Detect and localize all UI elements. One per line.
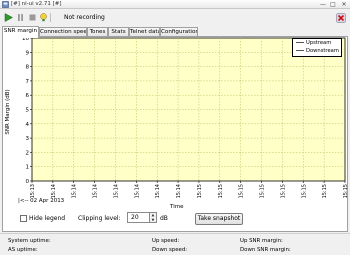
as-uptime-label: AS uptime: [8,247,38,253]
hide-legend-checkbox[interactable] [20,215,27,222]
pause-icon[interactable] [15,12,26,23]
clipping-level-label: Clipping level: [78,215,121,222]
down-snr-margin-label: Down SNR margin: [240,247,291,253]
title-bar: [#] ni-ui v2.71 [#] — □ ✕ [0,0,350,9]
toolbar-separator [50,13,51,22]
bulb-icon[interactable] [38,12,49,23]
legend-swatch [296,42,304,43]
hide-legend-label: Hide legend [29,215,66,222]
x-axis-label: Time [170,204,184,210]
y-axis-label: SNR Margin (dB) [5,89,11,135]
legend-label: Upstream [306,40,332,46]
chart-legend: Upstream Downstream [292,38,342,57]
disconnect-icon[interactable] [336,13,346,23]
system-uptime-label: System uptime: [8,238,51,244]
clipping-level-spinner[interactable]: ▲ ▼ [150,212,157,223]
legend-item-upstream: Upstream [296,40,331,47]
spin-down-icon[interactable]: ▼ [150,218,156,223]
legend-item-downstream: Downstream [296,48,339,55]
toolbar: Not recording [0,10,350,25]
date-label: |<-- 02 Apr 2013 [18,198,65,204]
status-bar: System uptime: AS uptime: Up speed: Down… [0,233,350,255]
minimize-button[interactable]: — [318,0,328,9]
clipping-level-input[interactable]: 20 [127,212,150,223]
tab-snr-margin[interactable]: SNR margin [2,26,39,38]
app-icon [2,1,9,8]
up-speed-label: Up speed: [152,238,180,244]
take-snapshot-button[interactable]: Take snapshot [195,213,243,225]
down-speed-label: Down speed: [152,247,188,253]
play-icon[interactable] [3,12,14,23]
stop-icon[interactable] [27,12,38,23]
legend-swatch [296,50,304,51]
up-snr-margin-label: Up SNR margin: [240,238,283,244]
legend-label: Downstream [306,48,339,54]
close-button[interactable]: ✕ [339,0,349,9]
window-title: [#] ni-ui v2.71 [#] [11,1,62,7]
clipping-unit-label: dB [160,215,168,222]
maximize-button[interactable]: □ [328,0,338,9]
recording-status: Not recording [64,14,105,21]
